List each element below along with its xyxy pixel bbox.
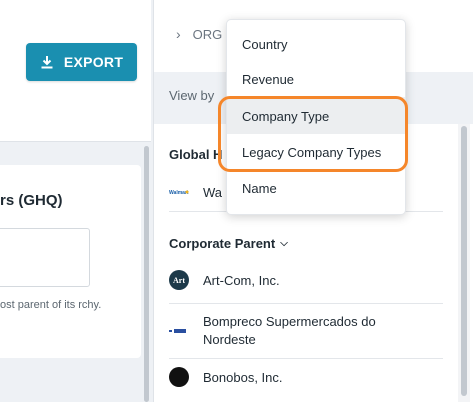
global-section-title: Global H [169, 147, 223, 162]
list-item-label: Bonobos, Inc. [203, 369, 283, 385]
dropdown-option-name[interactable]: Name [242, 181, 277, 196]
divider [169, 358, 443, 359]
list-item[interactable]: Bonobos, Inc. [169, 367, 443, 387]
art-logo-icon: Art [169, 270, 189, 290]
corporate-parent-section-title[interactable]: Corporate Parent ⌵ [169, 236, 288, 251]
ghq-input[interactable] [0, 228, 90, 287]
bompreco-logo-icon [169, 321, 189, 341]
breadcrumb-text: ORG [192, 26, 223, 42]
list-item[interactable]: Art Art-Com, Inc. [169, 270, 443, 290]
list-item[interactable]: Bompreco Supermercados do Nordeste [169, 313, 443, 349]
ghq-title: rs (GHQ) [0, 192, 63, 209]
walmart-logo-icon: Walmart [169, 182, 189, 202]
left-scrollbar[interactable] [144, 146, 149, 402]
breadcrumb: › ORG [176, 26, 222, 42]
chevron-right-icon[interactable]: › [176, 26, 181, 42]
download-icon [41, 56, 53, 69]
header-card: EXPORT [0, 0, 151, 142]
export-label: EXPORT [63, 54, 124, 70]
divider [169, 303, 443, 304]
bonobos-logo-icon [169, 367, 189, 387]
list-item-label: Art-Com, Inc. [203, 272, 280, 288]
export-button[interactable]: EXPORT [26, 43, 137, 81]
view-by-label: View by [169, 88, 215, 103]
highlight-annotation [218, 96, 408, 172]
ghq-help-text: ost parent of its rchy. [0, 299, 102, 311]
list-item-label: Wa [203, 184, 223, 200]
dropdown-option-country[interactable]: Country [242, 37, 288, 52]
list-item-label: Bompreco Supermercados do Nordeste [203, 314, 376, 347]
right-scrollbar[interactable] [461, 126, 467, 396]
chevron-down-icon: ⌵ [280, 238, 288, 249]
dropdown-option-revenue[interactable]: Revenue [242, 72, 294, 87]
